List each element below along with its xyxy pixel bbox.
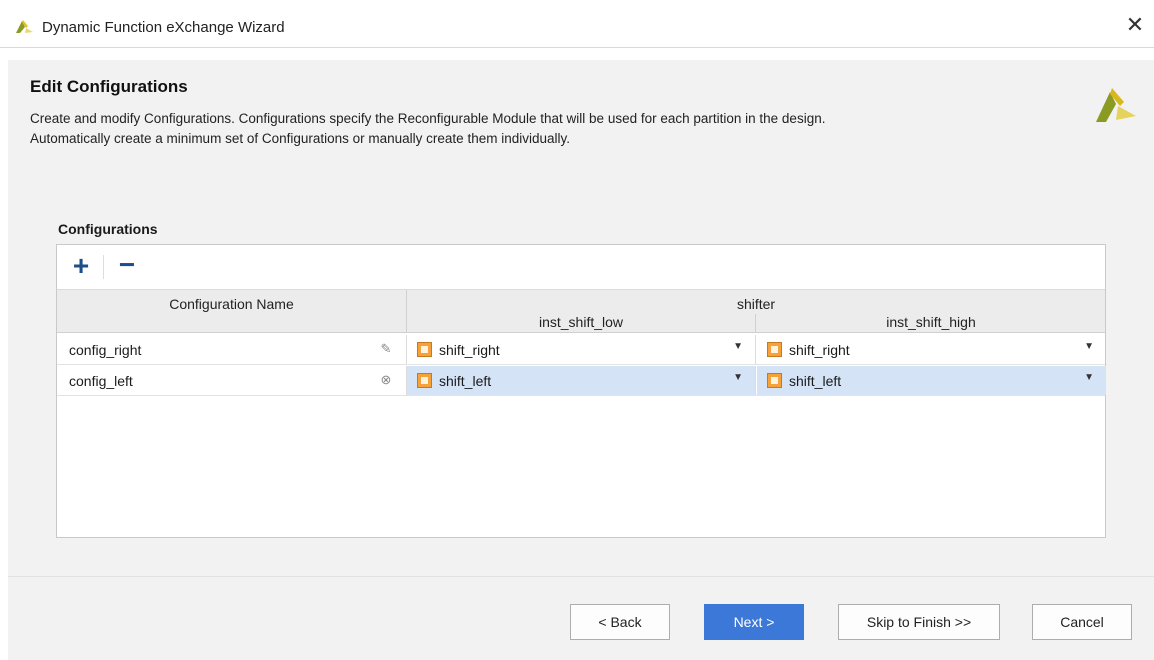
column-header-inst-shift-high[interactable]: inst_shift_high (757, 314, 1105, 333)
content-panel: Edit Configurations Create and modify Co… (8, 60, 1154, 576)
wizard-window: Dynamic Function eXchange Wizard ✕ Edit … (0, 0, 1154, 660)
table-row[interactable]: config_left ⊗ shift_left ▼ shift_left ▼ (57, 366, 1106, 396)
skip-to-finish-button[interactable]: Skip to Finish >> (838, 604, 1000, 640)
brand-logo-icon (1096, 88, 1136, 122)
window-title: Dynamic Function eXchange Wizard (42, 19, 285, 36)
app-logo-icon (16, 20, 33, 33)
chevron-down-icon[interactable]: ▼ (733, 341, 743, 352)
clear-icon[interactable]: ⊗ (379, 373, 393, 387)
module-icon (417, 373, 432, 388)
configurations-table-panel: + − Configuration Name shifter inst_shif… (56, 244, 1106, 538)
module-select-inst-shift-low[interactable]: shift_left ▼ (407, 366, 756, 395)
module-select-inst-shift-high[interactable]: shift_right ▼ (757, 335, 1106, 364)
module-select-inst-shift-high[interactable]: shift_left ▼ (757, 366, 1106, 395)
chevron-down-icon[interactable]: ▼ (733, 372, 743, 383)
chevron-down-icon[interactable]: ▼ (1084, 372, 1094, 383)
module-value: shift_left (439, 373, 492, 389)
toolbar-divider (103, 255, 104, 279)
title-bar: Dynamic Function eXchange Wizard ✕ (0, 0, 1154, 48)
configuration-name-cell[interactable]: config_left ⊗ (57, 366, 407, 395)
module-icon (767, 373, 782, 388)
column-header-configuration-name[interactable]: Configuration Name (57, 290, 407, 333)
chevron-down-icon[interactable]: ▼ (1084, 341, 1094, 352)
page-description: Create and modify Configurations. Config… (30, 109, 1070, 149)
module-select-inst-shift-low[interactable]: shift_right ▼ (407, 335, 756, 364)
page-title: Edit Configurations (30, 77, 188, 96)
module-value: shift_right (789, 342, 850, 358)
module-icon (417, 342, 432, 357)
column-group-header-shifter: shifter (736, 296, 776, 312)
add-configuration-button[interactable]: + (69, 252, 93, 280)
table-header: Configuration Name shifter inst_shift_lo… (57, 289, 1105, 333)
description-line-2: Automatically create a minimum set of Co… (30, 131, 570, 146)
description-line-1: Create and modify Configurations. Config… (30, 111, 826, 126)
configuration-name: config_right (69, 342, 142, 358)
close-icon[interactable]: ✕ (1122, 12, 1148, 38)
table-row[interactable]: config_right ✎ shift_right ▼ shift_right… (57, 335, 1105, 365)
column-header-inst-shift-low[interactable]: inst_shift_low (407, 314, 756, 333)
configuration-name-cell[interactable]: config_right ✎ (57, 335, 407, 364)
table-toolbar: + − (57, 245, 1105, 289)
next-button[interactable]: Next > (704, 604, 804, 640)
module-icon (767, 342, 782, 357)
back-button[interactable]: < Back (570, 604, 670, 640)
configurations-label: Configurations (58, 221, 158, 237)
wizard-footer: < Back Next > Skip to Finish >> Cancel (8, 576, 1154, 660)
configuration-name: config_left (69, 373, 133, 389)
cancel-button[interactable]: Cancel (1032, 604, 1132, 640)
module-value: shift_left (789, 373, 842, 389)
module-value: shift_right (439, 342, 500, 358)
remove-configuration-button[interactable]: − (115, 251, 139, 279)
edit-pencil-icon[interactable]: ✎ (379, 342, 393, 356)
